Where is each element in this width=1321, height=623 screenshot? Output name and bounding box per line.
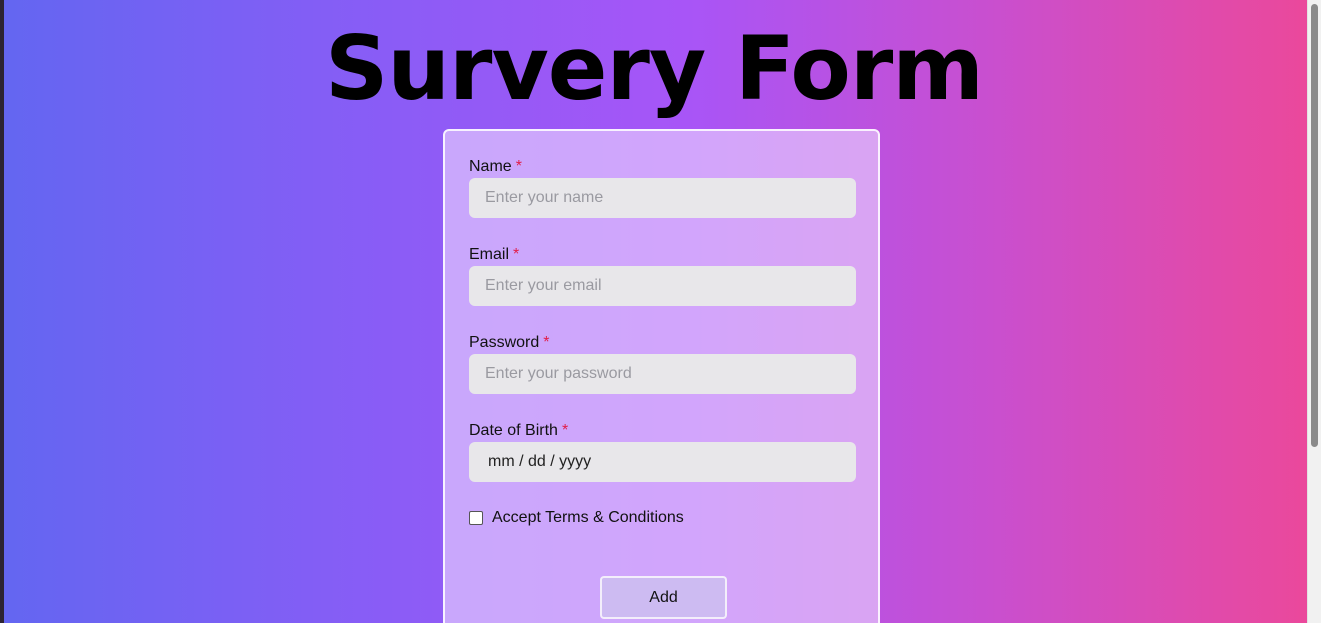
dob-field-group: Date of Birth * mm / dd / yyyy xyxy=(469,422,856,482)
name-input[interactable] xyxy=(469,178,856,218)
password-field-group: Password * xyxy=(469,334,856,394)
password-input[interactable] xyxy=(469,354,856,394)
terms-checkbox[interactable] xyxy=(469,511,483,525)
name-field-group: Name * xyxy=(469,158,856,218)
add-button[interactable]: Add xyxy=(600,576,727,619)
email-label: Email * xyxy=(469,246,520,263)
scrollbar-thumb[interactable] xyxy=(1311,4,1318,447)
page-title: Survery Form xyxy=(325,17,984,120)
email-field-group: Email * xyxy=(469,246,856,306)
name-label: Name * xyxy=(469,158,522,175)
required-mark: * xyxy=(543,334,550,351)
terms-label[interactable]: Accept Terms & Conditions xyxy=(492,509,684,527)
required-mark: * xyxy=(513,246,520,263)
dob-label: Date of Birth * xyxy=(469,422,569,439)
terms-row: Accept Terms & Conditions xyxy=(469,509,684,527)
date-of-birth-input[interactable]: mm / dd / yyyy xyxy=(469,442,856,482)
date-placeholder: mm / dd / yyyy xyxy=(488,453,592,470)
password-label: Password * xyxy=(469,334,550,351)
required-mark: * xyxy=(561,422,569,439)
page-background: Survery Form Name* Email* Password* Date… xyxy=(0,0,1321,623)
scrollbar[interactable] xyxy=(1307,0,1321,623)
email-input[interactable] xyxy=(469,266,856,306)
survey-form-card: Name* Email* Password* Date of Birth* mm… xyxy=(443,129,880,623)
required-mark: * xyxy=(515,158,522,175)
